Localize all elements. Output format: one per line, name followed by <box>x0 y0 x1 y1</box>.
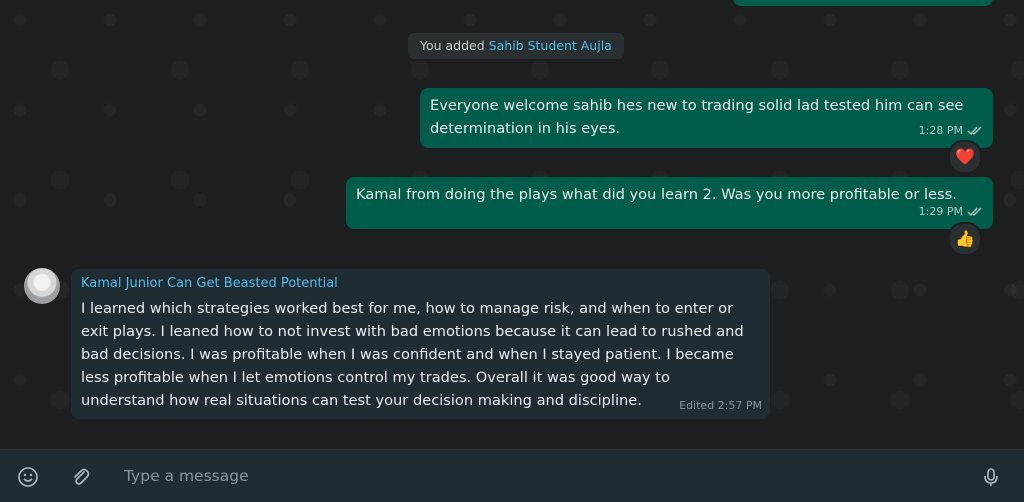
message-meta: 1:28 PM <box>919 119 983 142</box>
chat-background: You added Sahib Student Aujla Everyone w… <box>0 0 1024 449</box>
incoming-message[interactable]: Kamal Junior Can Get Beasted Potential I… <box>71 269 770 419</box>
outgoing-message[interactable]: Everyone welcome sahib hes new to tradin… <box>420 88 993 148</box>
emoji-icon[interactable] <box>14 463 42 491</box>
double-check-icon <box>967 126 982 135</box>
reaction-badge[interactable]: 👍 <box>948 222 982 256</box>
message-time: 1:28 PM <box>918 124 963 137</box>
message-composer: Type a message <box>0 449 1024 502</box>
message-text: Kamal from doing the plays what did you … <box>356 186 957 203</box>
message-time: 1:29 PM <box>918 205 963 218</box>
paperclip-icon[interactable] <box>66 463 94 491</box>
added-contact-name[interactable]: Sahib Student Aujla <box>489 38 612 53</box>
avatar[interactable] <box>24 268 60 304</box>
system-message: You added Sahib Student Aujla <box>408 33 624 59</box>
message-meta: 1:29 PM <box>919 200 983 223</box>
sender-name[interactable]: Kamal Junior Can Get Beasted Potential <box>81 276 338 291</box>
message-time: Edited 2:57 PM <box>679 399 762 412</box>
message-text: I learned which strategies worked best f… <box>81 300 744 409</box>
outgoing-message[interactable]: Kamal from doing the plays what did you … <box>346 177 993 229</box>
message-text: Everyone welcome sahib hes new to tradin… <box>430 97 964 137</box>
microphone-icon[interactable] <box>977 463 1005 491</box>
reaction-badge[interactable]: ❤️ <box>948 140 982 174</box>
double-check-icon <box>967 207 982 216</box>
message-input[interactable]: Type a message <box>112 458 964 494</box>
previous-message-edge <box>733 0 993 6</box>
system-message-prefix: You added <box>420 38 485 53</box>
